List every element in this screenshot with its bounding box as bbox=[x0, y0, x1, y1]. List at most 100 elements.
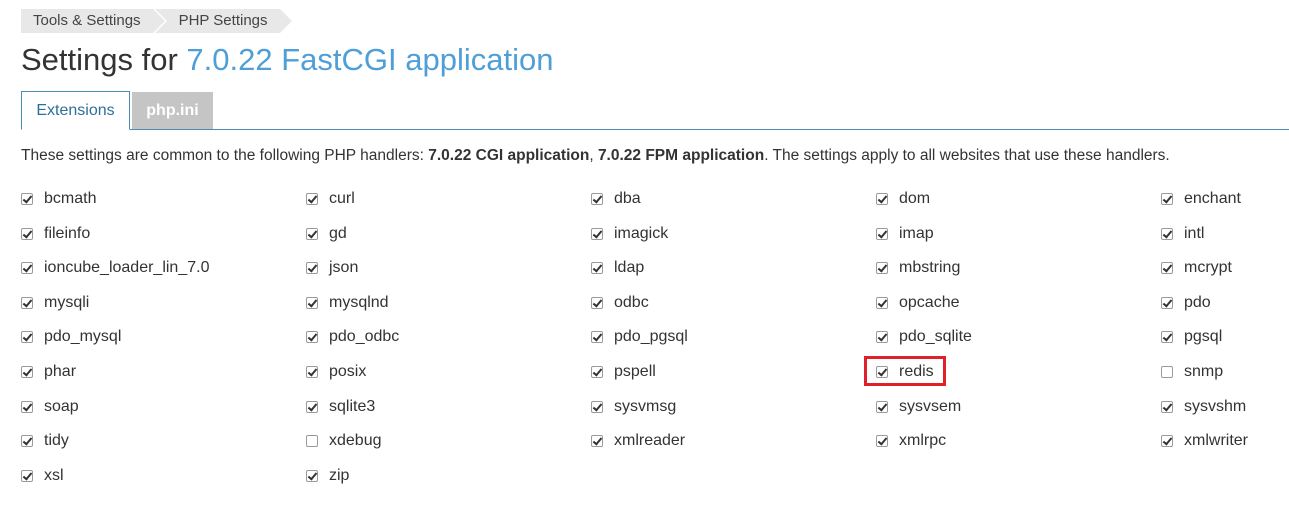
extension-checkbox[interactable] bbox=[306, 469, 318, 482]
extension-checkbox[interactable] bbox=[306, 227, 318, 240]
extension-item[interactable]: mcrypt bbox=[1161, 256, 1289, 280]
extension-checkbox[interactable] bbox=[21, 400, 33, 413]
extension-checkbox[interactable] bbox=[591, 262, 603, 275]
extension-checkbox[interactable] bbox=[1161, 400, 1173, 413]
description-handler-cgi: 7.0.22 CGI application bbox=[428, 147, 590, 164]
extension-checkbox[interactable] bbox=[1161, 435, 1173, 448]
extension-item[interactable]: dom bbox=[876, 187, 1161, 211]
extension-item[interactable]: mbstring bbox=[876, 256, 1161, 280]
extension-item[interactable]: redis bbox=[864, 355, 1161, 386]
extension-item[interactable]: json bbox=[306, 256, 591, 280]
extension-label: mysqli bbox=[44, 293, 90, 311]
extension-label: ldap bbox=[614, 259, 645, 277]
extension-label: pgsql bbox=[1184, 328, 1223, 346]
extension-item[interactable]: snmp bbox=[1161, 360, 1289, 384]
extension-checkbox[interactable] bbox=[876, 193, 888, 205]
extension-item[interactable]: imagick bbox=[591, 222, 876, 246]
extension-item[interactable]: sqlite3 bbox=[306, 395, 591, 419]
extension-item[interactable]: sysvsem bbox=[876, 395, 1161, 419]
extension-checkbox[interactable] bbox=[876, 365, 888, 378]
extension-item[interactable]: pspell bbox=[591, 360, 876, 384]
extension-item[interactable]: ldap bbox=[591, 256, 876, 280]
extension-checkbox[interactable] bbox=[876, 296, 888, 309]
extension-checkbox[interactable] bbox=[306, 262, 318, 275]
extension-checkbox[interactable] bbox=[591, 331, 603, 344]
extension-checkbox[interactable] bbox=[591, 227, 603, 240]
extension-checkbox[interactable] bbox=[1161, 331, 1173, 344]
extension-item[interactable]: intl bbox=[1161, 222, 1289, 246]
extension-item[interactable]: dba bbox=[591, 187, 876, 211]
extension-checkbox[interactable] bbox=[306, 331, 318, 344]
breadcrumb-tools-settings[interactable]: Tools & Settings bbox=[21, 9, 165, 33]
extension-item[interactable]: phar bbox=[21, 360, 306, 384]
description-handler-fpm: 7.0.22 FPM application bbox=[597, 147, 765, 164]
extension-item[interactable]: imap bbox=[876, 222, 1161, 246]
extension-checkbox[interactable] bbox=[1161, 262, 1173, 275]
extension-item[interactable]: pdo bbox=[1161, 291, 1289, 315]
breadcrumb-php-settings[interactable]: PHP Settings bbox=[154, 9, 292, 33]
extension-item[interactable]: soap bbox=[21, 395, 306, 419]
extension-item[interactable]: pdo_odbc bbox=[306, 325, 591, 349]
extension-item[interactable]: sysvmsg bbox=[591, 395, 876, 419]
extension-checkbox[interactable] bbox=[876, 331, 888, 344]
extension-checkbox[interactable] bbox=[1161, 296, 1173, 309]
extension-checkbox[interactable] bbox=[306, 296, 318, 309]
extension-checkbox[interactable] bbox=[591, 435, 603, 448]
extension-item[interactable]: xsl bbox=[21, 464, 306, 488]
extension-item[interactable]: pdo_pgsql bbox=[591, 325, 876, 349]
tab-extensions[interactable]: Extensions bbox=[21, 91, 130, 130]
extension-label: sqlite3 bbox=[329, 397, 376, 415]
extension-checkbox[interactable] bbox=[306, 193, 318, 205]
extension-label: xmlwriter bbox=[1184, 432, 1248, 450]
extension-checkbox[interactable] bbox=[876, 227, 888, 240]
extension-label: tidy bbox=[44, 432, 69, 450]
extension-item[interactable]: pdo_sqlite bbox=[876, 325, 1161, 349]
extension-item[interactable]: mysqli bbox=[21, 291, 306, 315]
extension-checkbox[interactable] bbox=[306, 435, 318, 448]
extension-item[interactable]: opcache bbox=[876, 291, 1161, 315]
extension-item[interactable]: gd bbox=[306, 222, 591, 246]
extension-item[interactable]: xmlwriter bbox=[1161, 429, 1289, 453]
extension-checkbox[interactable] bbox=[21, 262, 33, 275]
extension-checkbox[interactable] bbox=[591, 365, 603, 378]
extension-checkbox[interactable] bbox=[306, 365, 318, 378]
extension-label: pdo_mysql bbox=[44, 328, 122, 346]
extension-item[interactable]: xmlrpc bbox=[876, 429, 1161, 453]
tab-php-ini[interactable]: php.ini bbox=[132, 92, 213, 129]
extension-checkbox[interactable] bbox=[876, 400, 888, 413]
extension-checkbox[interactable] bbox=[591, 296, 603, 309]
extension-checkbox[interactable] bbox=[21, 296, 33, 309]
extension-checkbox[interactable] bbox=[21, 365, 33, 378]
extension-item[interactable]: xdebug bbox=[306, 429, 591, 453]
extension-item[interactable]: tidy bbox=[21, 429, 306, 453]
extension-checkbox[interactable] bbox=[591, 193, 603, 205]
extension-item[interactable]: enchant bbox=[1161, 187, 1289, 211]
extension-item[interactable]: fileinfo bbox=[21, 222, 306, 246]
extension-item[interactable]: curl bbox=[306, 187, 591, 211]
extension-checkbox[interactable] bbox=[1161, 365, 1173, 378]
extension-item[interactable]: bcmath bbox=[21, 187, 306, 211]
extension-checkbox[interactable] bbox=[21, 331, 33, 344]
extension-checkbox[interactable] bbox=[21, 227, 33, 240]
extension-checkbox[interactable] bbox=[21, 435, 33, 448]
extension-checkbox[interactable] bbox=[306, 400, 318, 413]
extension-checkbox[interactable] bbox=[21, 469, 33, 482]
extension-item[interactable]: odbc bbox=[591, 291, 876, 315]
extension-checkbox[interactable] bbox=[876, 435, 888, 448]
extension-item[interactable]: xmlreader bbox=[591, 429, 876, 453]
extension-checkbox[interactable] bbox=[1161, 193, 1173, 205]
extension-checkbox[interactable] bbox=[21, 193, 33, 205]
extension-checkbox[interactable] bbox=[876, 262, 888, 275]
extension-label: enchant bbox=[1184, 190, 1241, 207]
extension-item[interactable]: pgsql bbox=[1161, 325, 1289, 349]
extension-label: gd bbox=[329, 224, 347, 242]
extension-item[interactable]: posix bbox=[306, 360, 591, 384]
extension-checkbox[interactable] bbox=[591, 400, 603, 413]
extension-label: dom bbox=[899, 190, 931, 207]
extension-item[interactable]: pdo_mysql bbox=[21, 325, 306, 349]
extension-item[interactable]: zip bbox=[306, 464, 591, 488]
extension-item[interactable]: mysqlnd bbox=[306, 291, 591, 315]
extension-checkbox[interactable] bbox=[1161, 227, 1173, 240]
extension-item[interactable]: ioncube_loader_lin_7.0 bbox=[21, 256, 306, 280]
extension-item[interactable]: sysvshm bbox=[1161, 395, 1289, 419]
